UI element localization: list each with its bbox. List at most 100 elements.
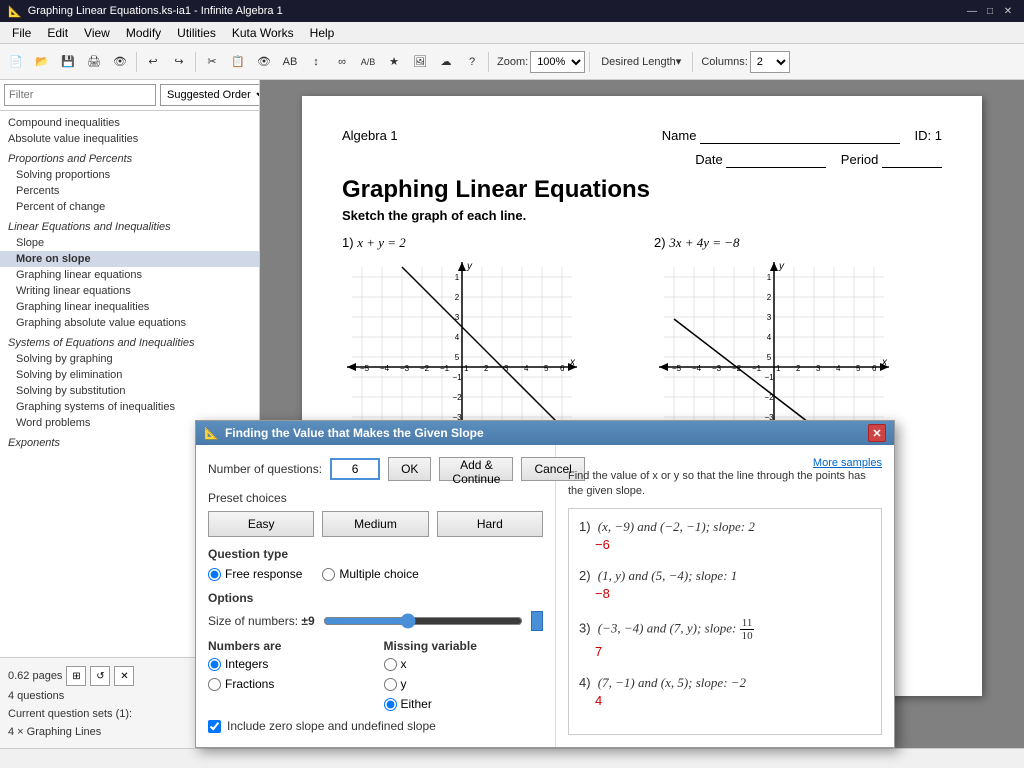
- page-subtitle: Sketch the graph of each line.: [342, 208, 942, 223]
- menu-utilities[interactable]: Utilities: [169, 24, 224, 42]
- svg-text:−4: −4: [692, 364, 702, 373]
- svg-text:−2: −2: [452, 393, 462, 402]
- hard-btn[interactable]: Hard: [437, 511, 543, 537]
- sidebar-icon-btn3[interactable]: ✕: [114, 666, 134, 686]
- eye-btn[interactable]: 👁: [252, 50, 276, 74]
- svg-text:4: 4: [836, 364, 841, 373]
- preview-problem-4: 4) (7, −1) and (x, 5); slope: −2 4: [579, 675, 871, 708]
- menu-view[interactable]: View: [76, 24, 118, 42]
- link-btn[interactable]: ∞: [330, 50, 354, 74]
- dialog-close-btn[interactable]: ✕: [868, 424, 886, 442]
- desired-length-btn[interactable]: Desired Length▾: [594, 50, 688, 74]
- easy-btn[interactable]: Easy: [208, 511, 314, 537]
- pages-label: 0.62 pages: [8, 670, 62, 682]
- id-label: ID: 1: [915, 128, 942, 143]
- titlebar-title: Graphing Linear Equations.ks-ia1 - Infin…: [28, 5, 283, 17]
- sidebar-item-compound[interactable]: Compound inequalities: [0, 115, 259, 131]
- medium-btn[interactable]: Medium: [322, 511, 428, 537]
- integers-radio[interactable]: Integers: [208, 657, 368, 671]
- columns-label: Columns:: [701, 56, 747, 68]
- size-slider[interactable]: [323, 613, 523, 629]
- page-title: Graphing Linear Equations: [342, 176, 942, 204]
- svg-text:3: 3: [767, 313, 772, 322]
- x-radio[interactable]: x: [384, 657, 544, 671]
- question-type-group: Free response Multiple choice: [208, 567, 543, 581]
- preset-btns: Easy Medium Hard: [208, 511, 543, 537]
- print-btn[interactable]: 🖨: [82, 50, 106, 74]
- sidebar-item-graphing-systems[interactable]: Graphing systems of inequalities: [0, 399, 259, 415]
- numbers-are-label: Numbers are: [208, 639, 368, 653]
- svg-text:−2: −2: [420, 364, 430, 373]
- include-zero-checkbox[interactable]: Include zero slope and undefined slope: [208, 719, 543, 733]
- svg-text:−5: −5: [360, 364, 370, 373]
- more-samples-link[interactable]: More samples: [813, 457, 882, 469]
- close-btn[interactable]: ✕: [1000, 3, 1016, 19]
- sidebar-item-absolute[interactable]: Absolute value inequalities: [0, 131, 259, 147]
- menu-file[interactable]: File: [4, 24, 39, 42]
- sep3: [488, 52, 489, 72]
- menu-edit[interactable]: Edit: [39, 24, 76, 42]
- free-response-radio[interactable]: Free response: [208, 567, 302, 581]
- sidebar-item-percents[interactable]: Percents: [0, 183, 259, 199]
- svg-text:2: 2: [455, 293, 460, 302]
- num-questions-input[interactable]: [330, 458, 380, 480]
- ok-btn[interactable]: OK: [388, 457, 431, 481]
- sidebar-item-percent-change[interactable]: Percent of change: [0, 199, 259, 215]
- sidebar-item-graphing-absolute[interactable]: Graphing absolute value equations: [0, 315, 259, 331]
- sort-btn[interactable]: ↕: [304, 50, 328, 74]
- add-continue-btn[interactable]: Add & Continue: [439, 457, 513, 481]
- period-label: Period: [841, 152, 879, 167]
- sidebar-item-solving-proportions[interactable]: Solving proportions: [0, 167, 259, 183]
- sidebar-item-solving-substitution[interactable]: Solving by substitution: [0, 383, 259, 399]
- order-select[interactable]: Suggested Order: [160, 84, 260, 106]
- multiple-choice-radio[interactable]: Multiple choice: [322, 567, 418, 581]
- open-btn[interactable]: 📂: [30, 50, 54, 74]
- spell-btn[interactable]: AB: [278, 50, 302, 74]
- sidebar-item-graphing-linear[interactable]: Graphing linear equations: [0, 267, 259, 283]
- maximize-btn[interactable]: □: [982, 3, 998, 19]
- preview-answer-1: −6: [595, 537, 871, 552]
- p2-text: (1, y) and (5, −4); slope: 1: [598, 568, 737, 583]
- fractions-radio[interactable]: Fractions: [208, 677, 368, 691]
- sidebar-item-writing-linear[interactable]: Writing linear equations: [0, 283, 259, 299]
- preview-desc: Find the value of x or y so that the lin…: [568, 469, 882, 500]
- menu-kutaworks[interactable]: Kuta Works: [224, 24, 302, 42]
- category-linear: Linear Equations and Inequalities: [0, 215, 259, 235]
- cut-btn[interactable]: ✂: [200, 50, 224, 74]
- include-zero-label: Include zero slope and undefined slope: [227, 719, 436, 733]
- svg-text:−4: −4: [380, 364, 390, 373]
- img-btn[interactable]: 🖼: [408, 50, 432, 74]
- menu-modify[interactable]: Modify: [118, 24, 169, 42]
- save-btn[interactable]: 💾: [56, 50, 80, 74]
- sidebar-item-slope[interactable]: Slope: [0, 235, 259, 251]
- filter-input[interactable]: [4, 84, 156, 106]
- zoom-select[interactable]: 100% 75% 150%: [530, 51, 585, 73]
- help-btn[interactable]: ?: [460, 50, 484, 74]
- ab-btn[interactable]: A/B: [356, 50, 380, 74]
- options-label: Options: [208, 591, 543, 605]
- sidebar-icon-btn1[interactable]: ⊞: [66, 666, 86, 686]
- y-radio[interactable]: y: [384, 677, 544, 691]
- menu-help[interactable]: Help: [302, 24, 343, 42]
- titlebar: 📐 Graphing Linear Equations.ks-ia1 - Inf…: [0, 0, 1024, 22]
- svg-text:2: 2: [796, 364, 801, 373]
- sidebar-item-solving-elimination[interactable]: Solving by elimination: [0, 367, 259, 383]
- preview-btn[interactable]: 👁: [108, 50, 132, 74]
- sidebar-item-solving-graphing[interactable]: Solving by graphing: [0, 351, 259, 367]
- cloud-btn[interactable]: ☁: [434, 50, 458, 74]
- either-radio[interactable]: Either: [384, 697, 544, 711]
- sidebar-item-more-slope[interactable]: More on slope: [0, 251, 259, 267]
- new-btn[interactable]: 📄: [4, 50, 28, 74]
- redo-btn[interactable]: ↪: [167, 50, 191, 74]
- undo-btn[interactable]: ↩: [141, 50, 165, 74]
- sidebar-item-graphing-inequalities[interactable]: Graphing linear inequalities: [0, 299, 259, 315]
- missing-var-col: Missing variable x y Either: [384, 639, 544, 711]
- star-btn[interactable]: ★: [382, 50, 406, 74]
- sidebar-icon-btn2[interactable]: ↺: [90, 666, 110, 686]
- copy-btn[interactable]: 📋: [226, 50, 250, 74]
- svg-text:−3: −3: [712, 364, 722, 373]
- minimize-btn[interactable]: —: [964, 3, 980, 19]
- svg-text:5: 5: [856, 364, 861, 373]
- svg-text:1: 1: [767, 273, 772, 282]
- columns-select[interactable]: 2 1 3: [750, 51, 790, 73]
